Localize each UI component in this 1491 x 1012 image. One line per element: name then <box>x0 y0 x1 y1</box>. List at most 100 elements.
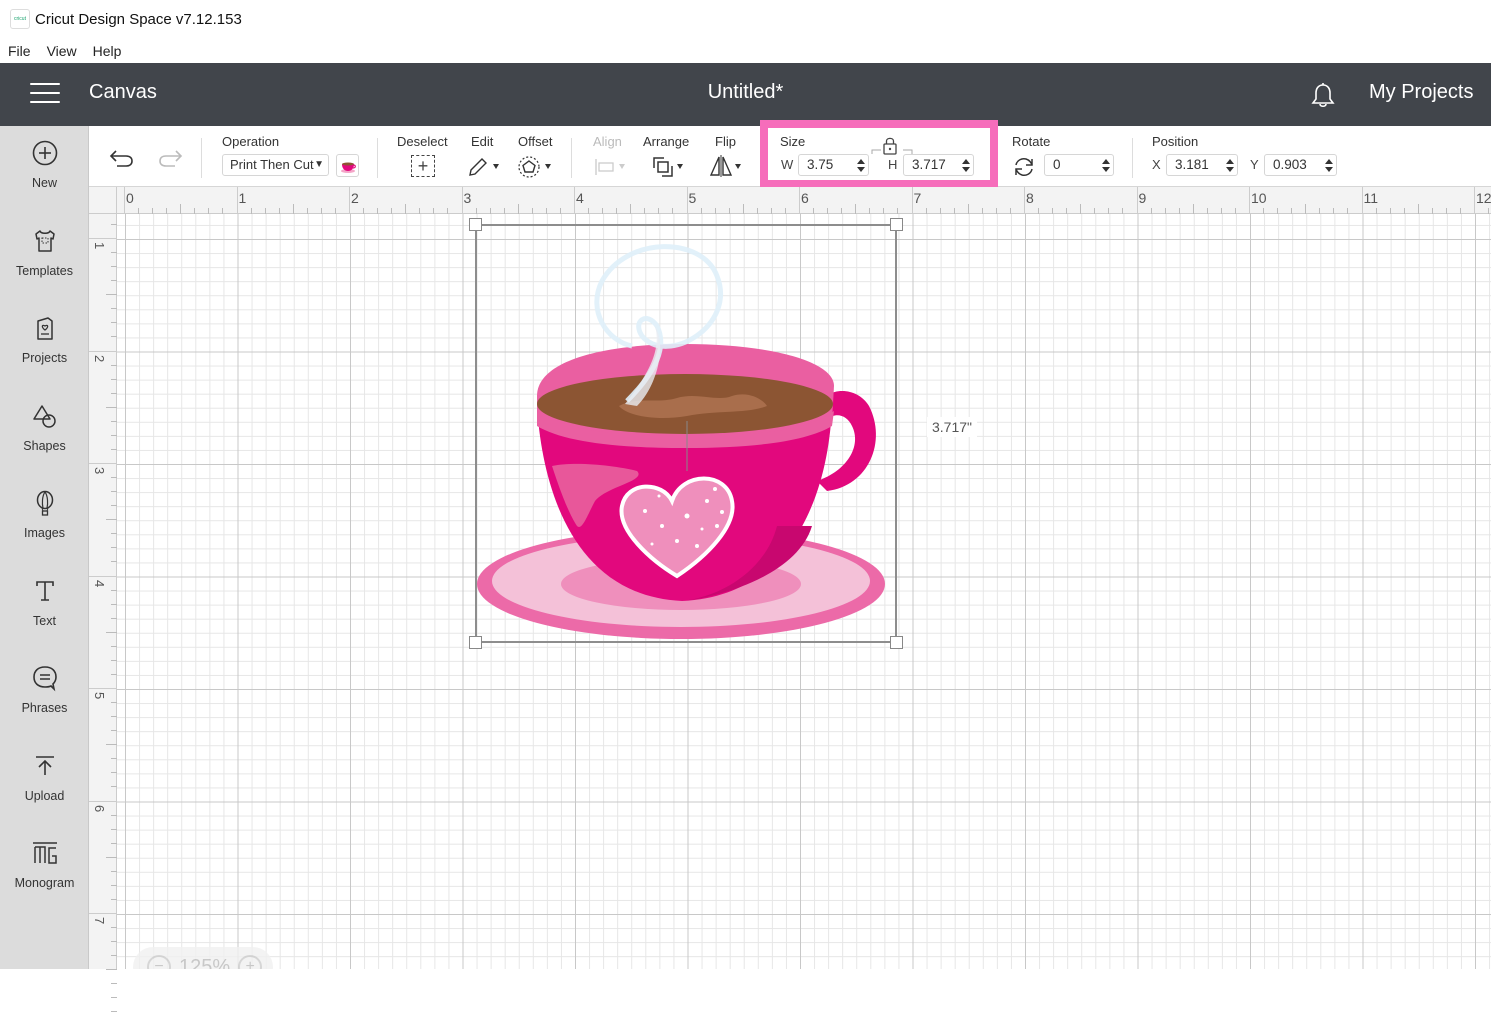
sidebar-label: Projects <box>21 351 68 365</box>
ruler-tick <box>106 519 117 521</box>
ruler-tick <box>405 204 407 214</box>
width-input[interactable]: 3.75 <box>798 154 869 176</box>
ruler-label: 1 <box>92 242 107 250</box>
operation-select[interactable]: Print Then Cut ▼ <box>222 154 329 176</box>
position-x-value: 3.181 <box>1175 157 1209 172</box>
rotate-label: Rotate <box>1012 134 1051 149</box>
ruler-tick <box>630 204 632 214</box>
width-spinner[interactable] <box>857 158 865 173</box>
sidebar-item-phrases[interactable]: Phrases <box>0 651 89 731</box>
tshirt-icon <box>34 230 55 252</box>
ruler-tick <box>106 406 117 408</box>
my-projects-link[interactable]: My Projects <box>1369 81 1473 104</box>
ruler-tick <box>106 969 117 971</box>
flip-button[interactable] <box>709 154 747 178</box>
print-preview-thumbnail[interactable] <box>336 154 359 177</box>
ruler-tick <box>1417 204 1419 214</box>
ruler-tick <box>1192 204 1194 214</box>
menu-bar: File View Help <box>0 38 1491 63</box>
toolbar-divider <box>377 138 378 178</box>
sidebar-item-text[interactable]: Text <box>0 564 89 644</box>
ruler-tick <box>89 800 117 802</box>
sidebar-item-upload[interactable]: Upload <box>0 739 89 819</box>
text-t-icon <box>35 581 54 601</box>
ruler-tick <box>967 204 969 214</box>
position-y-input[interactable]: 0.903 <box>1264 154 1337 176</box>
position-y-spinner[interactable] <box>1325 158 1333 173</box>
resize-handle-bottom-right[interactable] <box>890 636 903 649</box>
ruler-tick <box>89 575 117 577</box>
zoom-out-button[interactable]: − <box>147 955 171 969</box>
plus-icon: + <box>417 156 429 176</box>
resize-handle-top-right[interactable] <box>890 218 903 231</box>
rotate-spinner[interactable] <box>1102 158 1110 173</box>
sidebar-item-new[interactable]: New <box>0 126 89 206</box>
hamburger-menu-icon[interactable] <box>30 83 60 105</box>
window-title-bar: cricut Cricut Design Space v7.12.153 <box>0 0 1491 38</box>
ruler-tick <box>89 463 117 464</box>
ruler-label: 1 <box>238 190 247 206</box>
ruler-tick <box>911 187 913 214</box>
ruler-tick <box>1249 187 1250 214</box>
redo-icon[interactable] <box>157 148 183 168</box>
lock-aspect-icon[interactable] <box>869 136 915 156</box>
ruler-tick <box>1305 204 1307 214</box>
ruler-tick <box>855 204 857 214</box>
width-value: 3.75 <box>807 157 834 172</box>
rotate-icon[interactable] <box>1013 156 1035 178</box>
sidebar-label: Shapes <box>23 439 66 453</box>
sidebar-item-monogram[interactable]: Monogram <box>0 826 89 906</box>
width-prefix: W <box>781 157 794 172</box>
position-x-input[interactable]: 3.181 <box>1166 154 1238 176</box>
toolbar-divider <box>1132 138 1133 178</box>
zoom-level: 125% <box>179 955 231 970</box>
ruler-tick <box>1136 187 1138 214</box>
rotate-input[interactable]: 0 <box>1044 154 1114 176</box>
plus-circle-icon <box>32 140 57 166</box>
align-icon <box>595 159 625 175</box>
offset-pentagon-icon <box>518 156 551 178</box>
menu-help[interactable]: Help <box>93 43 122 59</box>
ruler-label: 7 <box>913 190 922 206</box>
menu-file[interactable]: File <box>8 43 31 59</box>
sidebar-item-images[interactable]: Images <box>0 476 89 556</box>
menu-view[interactable]: View <box>47 43 77 59</box>
edit-button[interactable] <box>467 154 503 178</box>
sidebar-label: Images <box>24 526 65 540</box>
sidebar-item-shapes[interactable]: Shapes <box>0 389 89 469</box>
top-navigation: Canvas Untitled* My Projects <box>0 63 1491 126</box>
ruler-tick <box>89 238 117 239</box>
ruler-label: 6 <box>92 804 107 812</box>
undo-icon[interactable] <box>109 148 135 168</box>
ruler-tick <box>111 983 117 985</box>
edit-toolbar: Operation Print Then Cut ▼ Deselect + Edi… <box>89 120 1491 188</box>
design-canvas[interactable]: 3.717" − 125% + <box>117 214 1491 969</box>
resize-handle-top-left[interactable] <box>469 218 482 231</box>
ruler-label: 12 <box>1476 190 1491 206</box>
zoom-in-button[interactable]: + <box>238 955 263 969</box>
resize-handle-bottom-left[interactable] <box>469 636 482 649</box>
edit-label: Edit <box>471 134 494 149</box>
sidebar-label: New <box>31 176 57 190</box>
ruler-label: 2 <box>92 354 107 362</box>
vertical-ruler: 1 2 3 4 5 6 7 <box>89 187 117 1012</box>
height-spinner[interactable] <box>962 158 970 173</box>
align-button[interactable] <box>593 154 629 178</box>
ruler-tick <box>1024 187 1025 214</box>
offset-button[interactable] <box>517 154 555 178</box>
logo-text: cricut <box>14 16 26 22</box>
height-input[interactable]: 3.717 <box>903 154 974 176</box>
sidebar-item-projects[interactable]: Projects <box>0 301 89 381</box>
shapes-icon <box>32 405 56 428</box>
sidebar-item-templates[interactable]: Templates <box>0 214 89 294</box>
zoom-control: − 125% + <box>133 947 273 969</box>
bell-icon[interactable] <box>1310 82 1336 110</box>
y-prefix: Y <box>1250 157 1259 172</box>
deselect-button[interactable]: + <box>411 155 435 177</box>
position-x-spinner[interactable] <box>1226 158 1234 173</box>
window-title: Cricut Design Space v7.12.153 <box>35 10 242 28</box>
arrange-button[interactable] <box>651 154 689 178</box>
operation-value: Print Then Cut <box>230 157 314 172</box>
rotate-value: 0 <box>1053 157 1061 172</box>
document-title[interactable]: Untitled* <box>708 81 784 103</box>
